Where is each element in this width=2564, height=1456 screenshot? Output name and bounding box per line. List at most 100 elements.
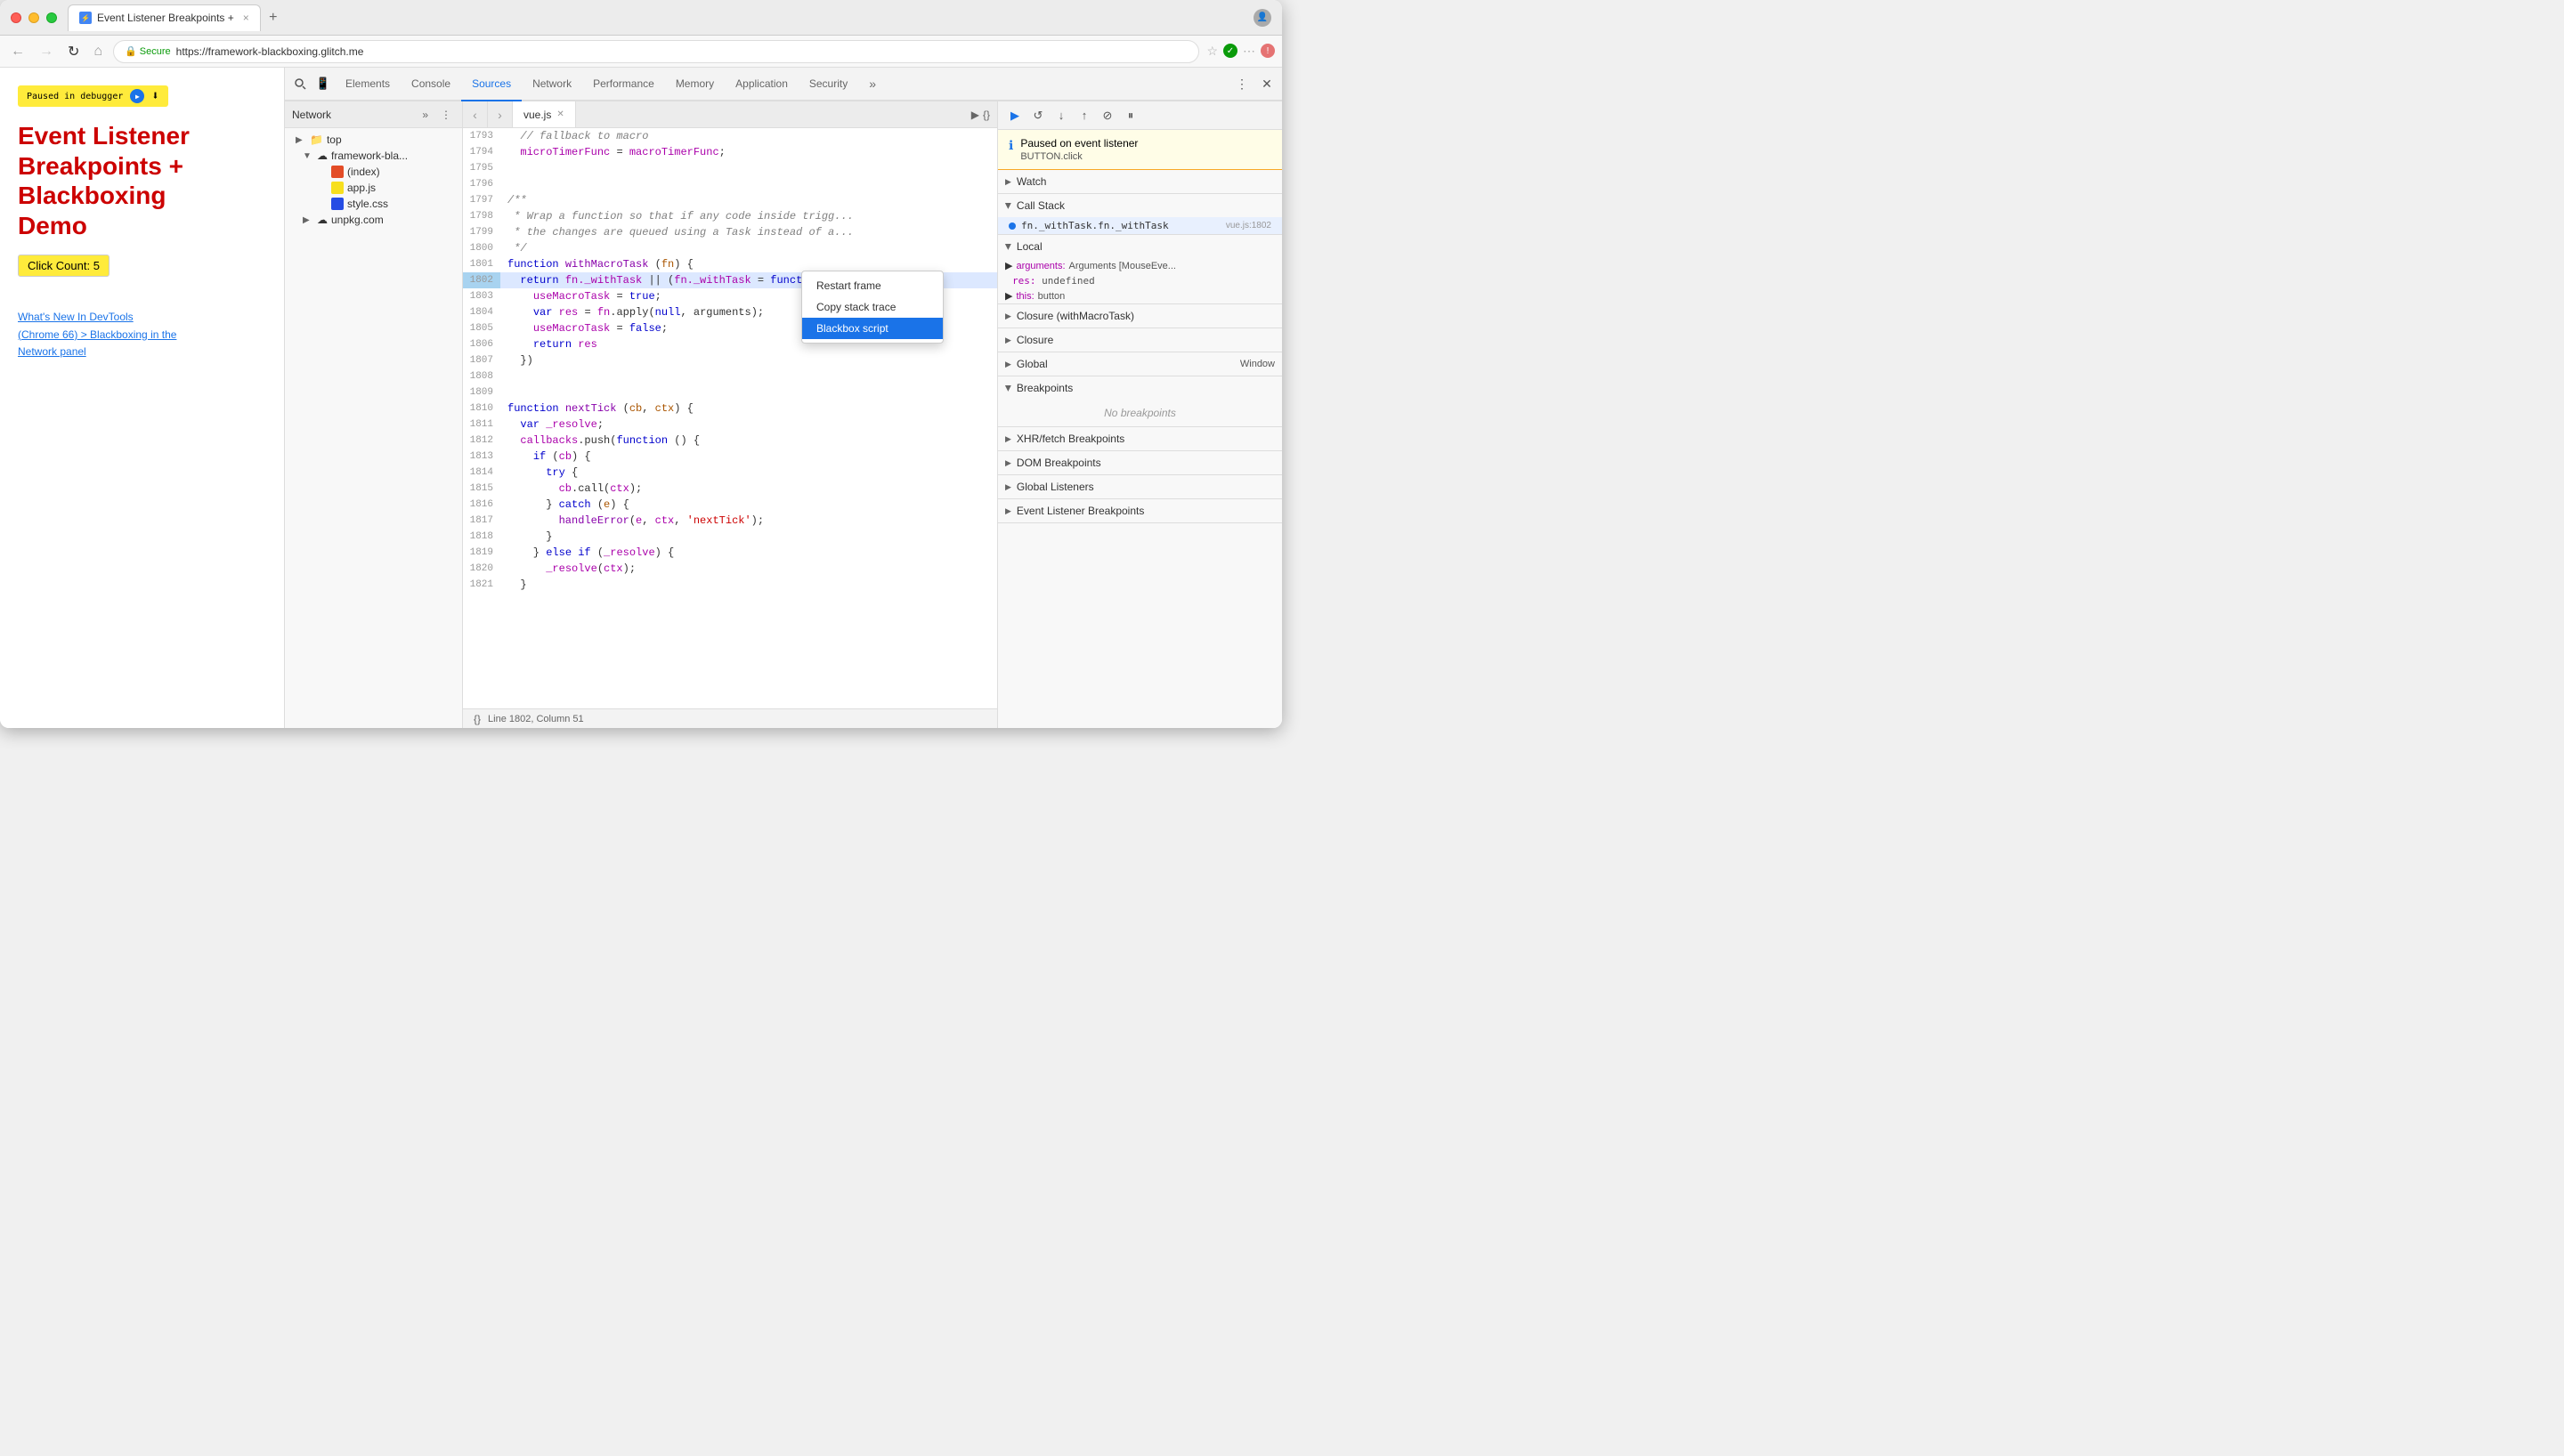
closure-with-chevron: ▶	[1005, 311, 1011, 321]
main-content: Paused in debugger ▶ ⬇ Event Listener Br…	[0, 68, 1282, 728]
bookmark-icon[interactable]: ☆	[1206, 44, 1218, 59]
resume-button[interactable]: ▶	[130, 89, 144, 103]
callstack-section-header[interactable]: ▶ Call Stack	[998, 194, 1282, 217]
tree-label-top: top	[327, 133, 342, 146]
tab-elements[interactable]: Elements	[335, 68, 401, 101]
global-header[interactable]: ▶ Global Window	[998, 352, 1282, 376]
right-panel: ▶ ↺ ↓ ↑ ⊘ ⏸ ℹ Paused on event listener B…	[997, 101, 1282, 728]
tab-console[interactable]: Console	[401, 68, 461, 101]
tab-security[interactable]: Security	[799, 68, 858, 101]
callstack-item[interactable]: fn._withTask.fn._withTask vue.js:1802	[998, 217, 1282, 234]
format-icon[interactable]: {}	[474, 713, 481, 725]
global-listeners-label: Global Listeners	[1017, 481, 1094, 493]
more-icon[interactable]: ⋯	[1243, 44, 1255, 59]
address-input[interactable]: 🔒 Secure https://framework-blackboxing.g…	[113, 40, 1199, 63]
xhr-label: XHR/fetch Breakpoints	[1017, 433, 1124, 445]
customize-button[interactable]: ⋮	[1230, 72, 1254, 95]
close-traffic-light[interactable]	[11, 12, 21, 23]
code-line: 1809	[463, 384, 997, 400]
tab-memory[interactable]: Memory	[665, 68, 725, 101]
watch-chevron: ▶	[1005, 177, 1011, 187]
dom-breakpoints-header[interactable]: ▶ DOM Breakpoints	[998, 451, 1282, 474]
code-area[interactable]: 1793 // fallback to macro 1794 microTime…	[463, 128, 997, 708]
home-button[interactable]: ⌂	[90, 42, 106, 61]
tab-favicon: ⚡	[79, 12, 92, 24]
code-nav-prev[interactable]: ‹	[463, 101, 488, 128]
tree-item-index[interactable]: (index)	[285, 164, 462, 180]
resume-execution-button[interactable]: ▶	[1005, 106, 1025, 125]
titlebar: ⚡ Event Listener Breakpoints + × + 👤	[0, 0, 1282, 36]
paused-banner: ℹ Paused on event listener BUTTON.click	[998, 130, 1282, 170]
closure-with-header[interactable]: ▶ Closure (withMacroTask)	[998, 304, 1282, 328]
step-out-button[interactable]: ↑	[1075, 106, 1094, 125]
tab-performance[interactable]: Performance	[582, 68, 665, 101]
xhr-breakpoints-header[interactable]: ▶ XHR/fetch Breakpoints	[998, 427, 1282, 450]
browser-tab[interactable]: ⚡ Event Listener Breakpoints + ×	[68, 4, 261, 31]
code-nav-next[interactable]: ›	[488, 101, 513, 128]
tree-item-appjs[interactable]: app.js	[285, 180, 462, 196]
closure-header[interactable]: ▶ Closure	[998, 328, 1282, 352]
scope-res-val: undefined	[1042, 275, 1095, 287]
code-line: 1796	[463, 176, 997, 192]
watch-label: Watch	[1017, 175, 1047, 188]
page-link-2[interactable]: (Chrome 66) > Blackboxing in the	[18, 327, 266, 344]
context-menu-copy-stack-trace[interactable]: Copy stack trace	[802, 296, 943, 318]
breakpoints-header[interactable]: ▶ Breakpoints	[998, 376, 1282, 400]
file-tree-menu-button[interactable]: ⋮	[437, 107, 455, 123]
scope-res: res: undefined	[998, 273, 1282, 288]
step-icon[interactable]: ⬇	[151, 89, 158, 103]
page-link-1[interactable]: What's New In DevTools	[18, 309, 266, 326]
close-devtools-button[interactable]: ✕	[1255, 72, 1278, 95]
file-icon-stylecss	[331, 198, 344, 210]
callstack-dot	[1009, 222, 1016, 230]
traffic-lights	[11, 12, 57, 23]
scope-this-key: this:	[1016, 291, 1034, 302]
code-line: 1816 } catch (e) {	[463, 497, 997, 513]
pause-on-exceptions-button[interactable]: ⏸	[1121, 106, 1140, 125]
file-icon-appjs	[331, 182, 344, 194]
tab-sources[interactable]: Sources	[461, 68, 522, 101]
scope-res-key: res:	[1012, 275, 1042, 287]
minimize-traffic-light[interactable]	[28, 12, 39, 23]
code-tab-vuejs[interactable]: vue.js ✕	[513, 101, 576, 128]
step-into-button[interactable]: ↓	[1051, 106, 1071, 125]
local-section-header[interactable]: ▶ Local	[998, 235, 1282, 258]
device-toggle-button[interactable]: 📱	[312, 72, 335, 95]
code-run-button[interactable]: ▶	[971, 109, 979, 121]
reload-button[interactable]: ↻	[64, 41, 83, 62]
tab-more[interactable]: »	[858, 68, 887, 101]
paused-title: Paused on event listener	[1020, 137, 1138, 150]
tab-network[interactable]: Network	[522, 68, 582, 101]
tree-item-unpkg[interactable]: ▶ ☁ unpkg.com	[285, 212, 462, 228]
paused-subtitle: BUTTON.click	[1020, 151, 1138, 162]
tree-item-framework[interactable]: ▼ ☁ framework-bla...	[285, 148, 462, 164]
inspect-element-button[interactable]	[288, 72, 312, 95]
back-button[interactable]: ←	[7, 42, 28, 61]
context-menu-restart-frame[interactable]: Restart frame	[802, 275, 943, 296]
tab-close-button[interactable]: ×	[243, 12, 249, 24]
code-format-button[interactable]: {}	[983, 109, 990, 121]
page-link-3[interactable]: Network panel	[18, 344, 266, 360]
tree-item-stylecss[interactable]: style.css	[285, 196, 462, 212]
scope-arguments[interactable]: ▶ arguments: Arguments [MouseEve...	[998, 258, 1282, 273]
fullscreen-traffic-light[interactable]	[46, 12, 57, 23]
tree-toggle-unpkg: ▶	[303, 215, 313, 225]
step-over-button[interactable]: ↺	[1028, 106, 1048, 125]
file-tree-more-button[interactable]: »	[418, 107, 432, 123]
scope-this[interactable]: ▶ this: button	[998, 288, 1282, 303]
event-listener-breakpoints-header[interactable]: ▶ Event Listener Breakpoints	[998, 499, 1282, 522]
global-listeners-header[interactable]: ▶ Global Listeners	[998, 475, 1282, 498]
new-tab-button[interactable]: +	[264, 9, 282, 27]
xhr-breakpoints-section: ▶ XHR/fetch Breakpoints	[998, 427, 1282, 451]
tab-application[interactable]: Application	[725, 68, 799, 101]
watch-section-header[interactable]: ▶ Watch	[998, 170, 1282, 193]
context-menu-blackbox-script[interactable]: Blackbox script	[802, 318, 943, 339]
local-section: ▶ Local ▶ arguments: Arguments [MouseEve…	[998, 235, 1282, 304]
callstack-content: fn._withTask.fn._withTask vue.js:1802	[998, 217, 1282, 234]
tree-item-top[interactable]: ▶ 📁 top	[285, 132, 462, 148]
scope-toggle: ▶	[1005, 260, 1012, 271]
deactivate-breakpoints-button[interactable]: ⊘	[1098, 106, 1117, 125]
breakpoints-chevron: ▶	[1003, 385, 1013, 392]
code-tab-close[interactable]: ✕	[556, 109, 564, 119]
forward-button[interactable]: →	[36, 42, 57, 61]
